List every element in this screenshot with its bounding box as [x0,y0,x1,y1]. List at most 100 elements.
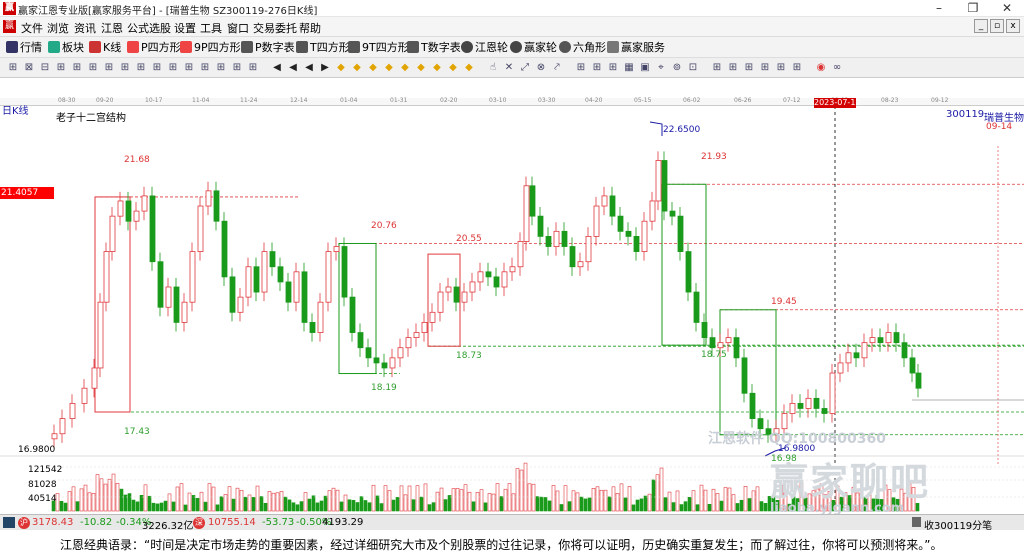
grid-icon[interactable]: ⊞ [54,61,68,75]
volume-bar [431,502,436,512]
menu-tools[interactable]: 工具 [200,20,222,36]
diamond-icon[interactable]: ◆ [350,61,364,75]
up-icon[interactable]: ⤤ [550,61,564,75]
candle-body [601,195,608,207]
t-table-button[interactable]: T数字表 [407,40,461,55]
grid-icon[interactable]: ⊞ [70,61,84,75]
9p-square-button[interactable]: 9P四方形 [180,40,241,55]
table-icon[interactable]: ▣ [638,61,652,75]
volume-bar [663,497,668,512]
grid-icon[interactable]: ⊞ [742,61,756,75]
diamond-icon[interactable]: ◆ [366,61,380,75]
volume-bar [339,501,344,512]
grid-icon[interactable]: ⊞ [102,61,116,75]
volume-bar [567,501,572,512]
maximize-button[interactable]: ❐ [956,0,990,17]
p-square-button[interactable]: P四方形 [127,40,181,55]
t-square-button[interactable]: T四方形 [296,40,350,55]
back-icon[interactable]: ◀ [302,61,316,75]
9t-square-button[interactable]: 9T四方形 [348,40,409,55]
grid-icon[interactable]: ⊞ [774,61,788,75]
grid-icon[interactable]: ⊞ [606,61,620,75]
diamond-icon[interactable]: ◆ [462,61,476,75]
mdi-minimize-button[interactable]: _ [974,19,988,33]
grid-icon[interactable]: ⊞ [758,61,772,75]
kline-button[interactable]: K线 [89,40,121,55]
grid-icon[interactable]: ⊞ [710,61,724,75]
diamond-icon[interactable]: ◆ [446,61,460,75]
diamond-icon[interactable]: ◆ [398,61,412,75]
candle-body [397,347,404,359]
hand-icon[interactable]: ☝ [486,61,500,75]
target-icon[interactable]: ⌖ [654,61,668,75]
menu-info[interactable]: 资讯 [74,20,96,36]
circle-icon[interactable]: ⊚ [670,61,684,75]
gann-wheel-button[interactable]: 江恩轮 [461,40,508,55]
volume-bar [439,487,444,512]
diamond-icon[interactable]: ◆ [430,61,444,75]
volume-bar [135,501,140,512]
grid-icon[interactable]: ⊞ [726,61,740,75]
expand-icon[interactable]: ⤢ [518,61,532,75]
sh-index-value[interactable]: 3178.43 [32,517,73,528]
grid-icon[interactable]: ⊞ [198,61,212,75]
grid-icon[interactable]: ⊞ [118,61,132,75]
volume-bar [291,502,296,512]
menu-help[interactable]: 帮助 [299,20,321,36]
grid-icon[interactable]: ⊟ [38,61,52,75]
menu-formula[interactable]: 公式选股 [127,20,171,36]
first-icon[interactable]: ◀ [270,61,284,75]
sz-index-value[interactable]: 10755.14 [208,517,256,528]
menu-trade[interactable]: 交易委托 [253,20,297,36]
p-table-button[interactable]: P数字表 [241,40,295,55]
date-tick-label: 07-12 [783,97,801,104]
table-icon[interactable]: ▦ [622,61,636,75]
grid-icon[interactable]: ⊞ [182,61,196,75]
winner-wheel-button[interactable]: 赢家轮 [510,40,557,55]
box-icon[interactable]: ⊡ [686,61,700,75]
menu-gann[interactable]: 江恩 [101,20,123,36]
grid-icon[interactable]: ⊞ [166,61,180,75]
candle-body [221,220,228,278]
mdi-close-button[interactable]: x [1006,19,1020,33]
status-right-text[interactable]: 收300119分笔 [924,517,992,532]
quotes-button[interactable]: 行情 [6,40,42,55]
cross-icon[interactable]: ✕ [502,61,516,75]
grid-icon[interactable]: ⊞ [150,61,164,75]
hexagon-button[interactable]: 六角形 [559,40,606,55]
menu-settings[interactable]: 设置 [174,20,196,36]
grid-icon[interactable]: ⊞ [230,61,244,75]
menu-window[interactable]: 窗口 [227,20,249,36]
grid-icon[interactable]: ⊠ [22,61,36,75]
prev-icon[interactable]: ◀ [286,61,300,75]
diamond-icon[interactable]: ◆ [334,61,348,75]
diamond-icon[interactable]: ◆ [382,61,396,75]
link-icon[interactable]: ∞ [830,61,844,75]
close-button[interactable]: ✕ [990,0,1024,17]
layout-icon[interactable]: ⊞ [6,61,20,75]
grid-icon[interactable]: ⊞ [790,61,804,75]
grid-icon[interactable]: ⊞ [134,61,148,75]
cancel-icon[interactable]: ⊗ [534,61,548,75]
menu-browse[interactable]: 浏览 [47,20,69,36]
volume-bar [763,502,768,512]
grid-icon[interactable]: ⊞ [86,61,100,75]
record-icon[interactable]: ◉ [814,61,828,75]
candle-body [837,362,844,374]
volume-bar [407,485,412,512]
next-icon[interactable]: ▶ [318,61,332,75]
grid-icon[interactable] [3,517,15,528]
candle-body [293,271,300,303]
sector-button[interactable]: 板块 [48,40,84,55]
grid-icon[interactable]: ⊞ [214,61,228,75]
volume-bar [723,487,728,512]
mdi-restore-button[interactable]: ▫ [990,19,1004,33]
grid-icon[interactable]: ⊞ [246,61,260,75]
winner-service-button[interactable]: 赢家服务 [607,40,665,55]
diamond-icon[interactable]: ◆ [414,61,428,75]
grid-icon[interactable]: ⊞ [590,61,604,75]
candle-body [915,372,922,389]
minimize-button[interactable]: – [922,0,956,17]
menu-file[interactable]: 文件 [21,20,43,36]
grid-icon[interactable]: ⊞ [574,61,588,75]
